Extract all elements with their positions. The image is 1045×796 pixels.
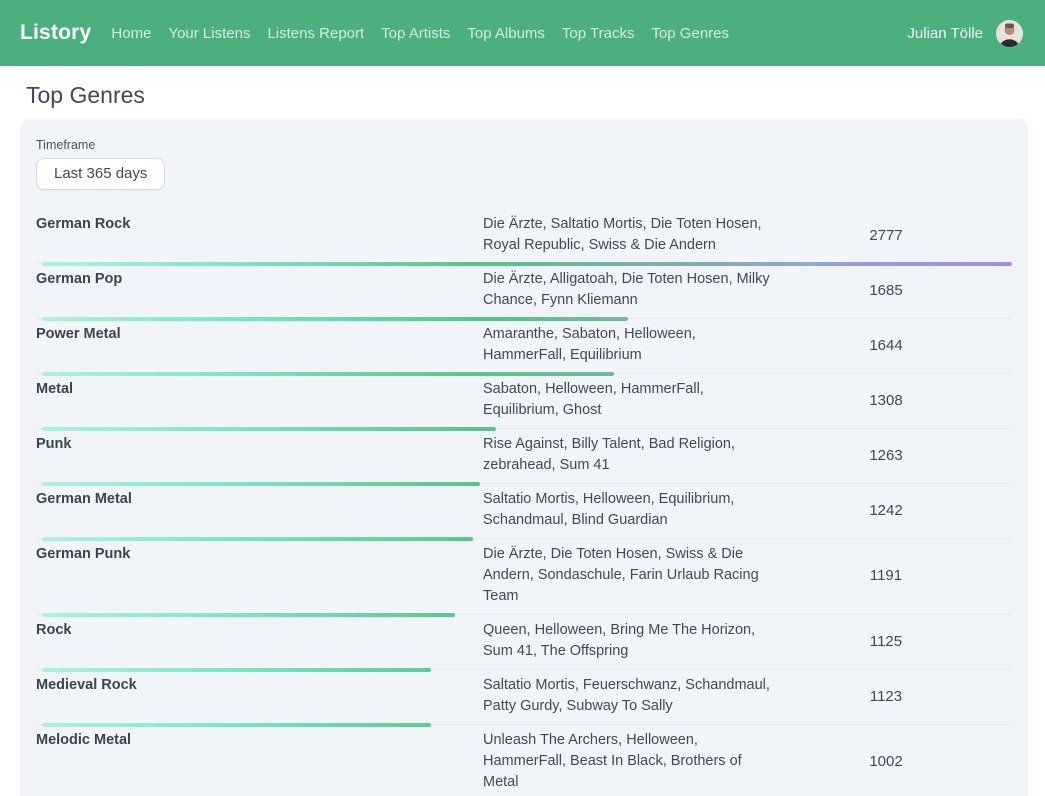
nav-item-home[interactable]: Home (111, 25, 151, 42)
genre-count: 1191 (788, 567, 1012, 584)
page-title: Top Genres (26, 82, 1045, 109)
genre-row: German Pop Die Ärzte, Alligatoah, Die To… (36, 264, 1012, 319)
genre-name: Medieval Rock (36, 675, 483, 717)
genre-row: Metal Sabaton, Helloween, HammerFall, Eq… (36, 374, 1012, 429)
genre-name: German Rock (36, 214, 483, 256)
user-name: Julian Tölle (907, 25, 983, 42)
genre-artists: Die Ärzte, Saltatio Mortis, Die Toten Ho… (483, 214, 775, 256)
genre-artists: Saltatio Mortis, Feuerschwanz, Schandmau… (483, 675, 775, 717)
genre-artists: Queen, Helloween, Bring Me The Horizon, … (483, 620, 775, 662)
nav-item-top-artists[interactable]: Top Artists (381, 25, 450, 42)
top-genres-card: Timeframe Last 365 days German Rock Die … (20, 119, 1028, 796)
genre-artists: Amaranthe, Sabaton, Helloween, HammerFal… (483, 324, 775, 366)
nav-item-top-tracks[interactable]: Top Tracks (562, 25, 635, 42)
genre-count: 1125 (788, 633, 1012, 650)
genre-name: Melodic Metal (36, 730, 483, 793)
genre-name: German Pop (36, 269, 483, 311)
genre-count: 1123 (788, 688, 1012, 705)
nav-item-your-listens[interactable]: Your Listens (168, 25, 250, 42)
genre-name: Power Metal (36, 324, 483, 366)
genre-row: Punk Rise Against, Billy Talent, Bad Rel… (36, 429, 1012, 484)
genre-count: 1242 (788, 502, 1012, 519)
genre-row: Rock Queen, Helloween, Bring Me The Hori… (36, 615, 1012, 670)
nav-menu: Home Your Listens Listens Report Top Art… (111, 25, 729, 42)
genre-name: Rock (36, 620, 483, 662)
genre-row: German Rock Die Ärzte, Saltatio Mortis, … (36, 209, 1012, 264)
nav-item-top-genres[interactable]: Top Genres (651, 25, 729, 42)
nav-item-top-albums[interactable]: Top Albums (467, 25, 545, 42)
genre-row: Melodic Metal Unleash The Archers, Hello… (36, 725, 1012, 796)
genre-artists: Sabaton, Helloween, HammerFall, Equilibr… (483, 379, 775, 421)
user-menu[interactable]: Julian Tölle (907, 20, 1023, 47)
timeframe-selector-button[interactable]: Last 365 days (36, 158, 165, 190)
genre-row: Medieval Rock Saltatio Mortis, Feuerschw… (36, 670, 1012, 725)
genre-count: 1002 (788, 753, 1012, 770)
genre-row: German Metal Saltatio Mortis, Helloween,… (36, 484, 1012, 539)
genre-count: 1644 (788, 337, 1012, 354)
genre-count: 1263 (788, 447, 1012, 464)
genre-count: 1308 (788, 392, 1012, 409)
genre-artists: Die Ärzte, Alligatoah, Die Toten Hosen, … (483, 269, 775, 311)
user-avatar-icon (996, 20, 1023, 47)
app-logo[interactable]: Listory (20, 21, 91, 45)
genre-count: 1685 (788, 282, 1012, 299)
genre-artists: Die Ärzte, Die Toten Hosen, Swiss & Die … (483, 544, 775, 607)
navbar: Listory Home Your Listens Listens Report… (0, 0, 1045, 66)
genre-name: Punk (36, 434, 483, 476)
genre-artists: Saltatio Mortis, Helloween, Equilibrium,… (483, 489, 775, 531)
genre-artists: Unleash The Archers, Helloween, HammerFa… (483, 730, 775, 793)
genre-count: 2777 (788, 227, 1012, 244)
genre-artists: Rise Against, Billy Talent, Bad Religion… (483, 434, 775, 476)
genre-name: German Metal (36, 489, 483, 531)
nav-item-listens-report[interactable]: Listens Report (267, 25, 364, 42)
timeframe-label: Timeframe (36, 138, 1012, 152)
genre-name: German Punk (36, 544, 483, 607)
genre-row: German Punk Die Ärzte, Die Toten Hosen, … (36, 539, 1012, 615)
genre-name: Metal (36, 379, 483, 421)
genre-row: Power Metal Amaranthe, Sabaton, Hellowee… (36, 319, 1012, 374)
genres-table: German Rock Die Ärzte, Saltatio Mortis, … (36, 209, 1012, 796)
